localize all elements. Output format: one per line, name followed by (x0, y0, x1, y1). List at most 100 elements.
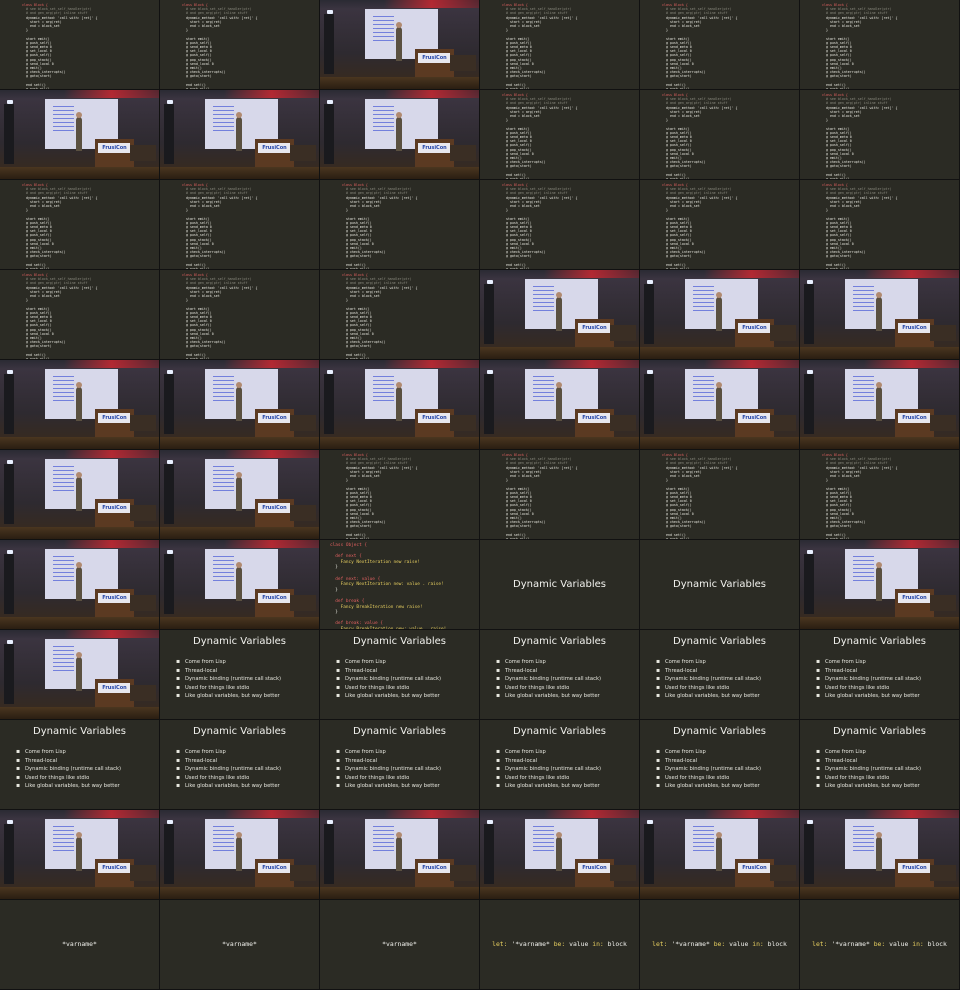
speaker (396, 831, 403, 871)
talk-photo-thumbnail: FrusiCon (800, 540, 960, 630)
stage-light (383, 360, 479, 368)
lamp (807, 550, 813, 554)
pillar (804, 374, 814, 434)
lamp (167, 460, 173, 464)
side-table (930, 415, 956, 432)
side-table (130, 415, 156, 432)
bullet-item: Thread-local (656, 757, 761, 766)
code-line: # and gen_arg(ptr) inline stuff (22, 11, 88, 16)
bullet-item: Like global variables, but way better (176, 692, 281, 701)
talk-photo-thumbnail: FrusiCon (0, 810, 160, 900)
pillar (644, 824, 654, 884)
talk-photo-thumbnail: FrusiCon (0, 630, 160, 720)
talk-photo-thumbnail: FrusiCon (0, 540, 160, 630)
talk-photo-thumbnail: FrusiCon (160, 90, 320, 180)
bullet-list: Come from LispThread-localDynamic bindin… (656, 748, 761, 791)
side-table (930, 325, 956, 342)
side-table (130, 685, 156, 702)
expression-token: let: (652, 940, 668, 948)
stage-light (223, 810, 319, 818)
pillar (164, 554, 174, 614)
code-line: # and gen_arg(ptr) inline stuff (342, 461, 408, 466)
code-text: class Block { # see block_set_self_handl… (342, 273, 417, 359)
floor (320, 167, 479, 179)
stage-light (223, 90, 319, 98)
speaker (76, 831, 83, 871)
bullet-slide: Dynamic Variables Come from LispThread-lo… (160, 720, 320, 810)
projected-slide (533, 285, 554, 311)
projected-slide (853, 375, 874, 401)
floor (320, 77, 479, 89)
speaker (76, 381, 83, 421)
podium: FrusiCon (95, 588, 134, 621)
bullet-item: Thread-local (816, 667, 921, 676)
thumbnail-grid: class Block { # see block_set_self_handl… (0, 0, 960, 990)
code-text: class Block { # see block_set_self_handl… (822, 183, 897, 269)
podium: FrusiCon (415, 858, 454, 891)
bullet-item: Dynamic binding (runtime call stack) (656, 765, 761, 774)
code-text: class Block { # see block_set_self_handl… (182, 3, 257, 89)
stage-light (383, 90, 479, 98)
side-table (130, 595, 156, 612)
podium: FrusiCon (255, 138, 294, 171)
slide-title: Dynamic Variables (513, 579, 606, 590)
pillar (4, 374, 14, 434)
pillar (484, 374, 494, 434)
bullet-slide: Dynamic Variables Come from LispThread-lo… (320, 720, 480, 810)
lamp (7, 820, 13, 824)
expression-token: '*varname* (671, 940, 710, 948)
talk-photo-thumbnail: FrusiCon (800, 270, 960, 360)
stage-light (383, 0, 479, 8)
lamp (7, 100, 13, 104)
stage-light (223, 540, 319, 548)
side-table (130, 505, 156, 522)
code-slide-thumbnail: class Block { # see block_set_self_handl… (800, 450, 960, 540)
projected-slide (213, 465, 234, 491)
expression-token: value (569, 940, 589, 948)
bullet-item: Dynamic binding (runtime call stack) (176, 765, 281, 774)
speaker (76, 561, 83, 601)
projected-slide (853, 285, 874, 311)
podium: FrusiCon (895, 408, 934, 441)
stage-light (63, 810, 159, 818)
floor (800, 437, 959, 449)
speaker (236, 111, 243, 151)
speaker (396, 21, 403, 61)
bullet-item: Come from Lisp (176, 658, 281, 667)
speaker (236, 471, 243, 511)
speaker (236, 561, 243, 601)
side-table (610, 865, 636, 882)
pillar (484, 824, 494, 884)
floor (800, 347, 959, 359)
bullet-item: Dynamic binding (runtime call stack) (496, 765, 601, 774)
floor (480, 437, 639, 449)
bullet-item: Like global variables, but way better (336, 782, 441, 791)
bullet-item: Come from Lisp (816, 748, 921, 757)
podium-logo: FrusiCon (418, 862, 451, 874)
code-text: class Block { # see block_set_self_handl… (182, 273, 257, 359)
code-line: # and gen_arg(ptr) inline stuff (662, 101, 728, 106)
podium-logo: FrusiCon (258, 142, 291, 154)
podium-logo: FrusiCon (738, 862, 771, 874)
slide-title: Dynamic Variables (833, 636, 926, 647)
code-line: # and gen_arg(ptr) inline stuff (22, 191, 88, 196)
code-text: class Block { # see block_set_self_handl… (662, 93, 737, 179)
code-text: class Block { # see block_set_self_handl… (822, 453, 897, 539)
podium: FrusiCon (255, 858, 294, 891)
talk-photo-thumbnail: FrusiCon (0, 90, 160, 180)
code-line: # and gen_arg(ptr) inline stuff (502, 11, 568, 16)
podium-logo: FrusiCon (898, 862, 931, 874)
projected-slide (693, 285, 714, 311)
projected-slide (373, 825, 394, 851)
bullet-item: Used for things like stdio (656, 684, 761, 693)
bullet-item: Like global variables, but way better (336, 692, 441, 701)
bullet-list: Come from LispThread-localDynamic bindin… (496, 748, 601, 791)
podium: FrusiCon (255, 498, 294, 531)
code-text: class Block { # see block_set_self_handl… (822, 3, 897, 89)
bullet-item: Thread-local (496, 757, 601, 766)
side-table (770, 325, 796, 342)
pillar (4, 824, 14, 884)
bullet-slide: Dynamic Variables Come from LispThread-lo… (800, 720, 960, 810)
stage-light (703, 810, 799, 818)
side-table (610, 325, 636, 342)
